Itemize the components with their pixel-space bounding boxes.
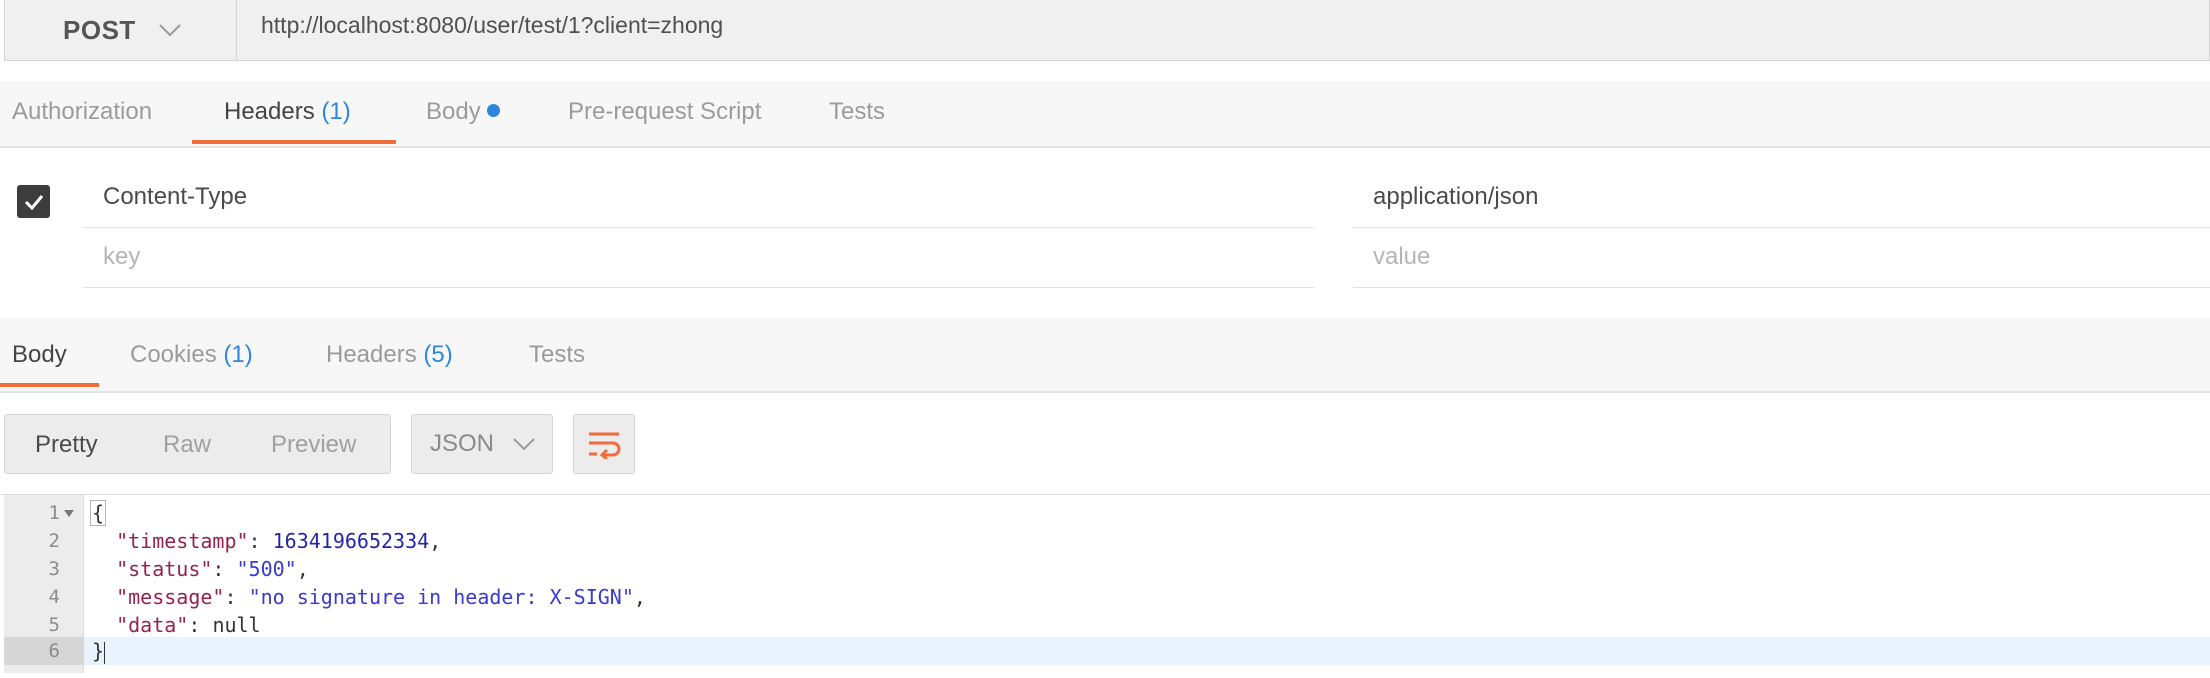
value-divider xyxy=(1353,287,2210,288)
key-divider xyxy=(83,287,1315,288)
active-tab-indicator xyxy=(192,140,396,144)
check-icon xyxy=(24,194,43,210)
active-tab-indicator xyxy=(0,383,99,387)
wrap-lines-button[interactable] xyxy=(573,414,635,474)
code-line: "timestamp": 1634196652334, xyxy=(116,529,442,553)
json-key: "message" xyxy=(116,585,225,609)
line-number: 3 xyxy=(48,558,60,580)
line-number: 6 xyxy=(48,640,60,662)
json-value: 1634196652334 xyxy=(272,529,430,553)
tab-prerequest-script[interactable]: Pre-request Script xyxy=(568,98,761,126)
format-select[interactable]: JSON xyxy=(411,414,553,474)
json-value: null xyxy=(212,613,261,637)
new-value-input[interactable]: value xyxy=(1373,243,1430,271)
code-line: "message": "no signature in header: X-SI… xyxy=(116,585,646,609)
tab-response-headers[interactable]: Headers (5) xyxy=(326,341,453,369)
modified-dot-icon xyxy=(486,104,500,118)
tab-headers-label: Headers xyxy=(224,98,315,125)
preview-button[interactable]: Preview xyxy=(271,431,356,459)
format-label: JSON xyxy=(430,430,495,457)
tab-response-tests[interactable]: Tests xyxy=(529,341,585,369)
code-line: { xyxy=(90,500,107,526)
request-bar: POST http://localhost:8080/user/test/1?c… xyxy=(4,0,2210,61)
tab-cookies-label: Cookies xyxy=(130,341,217,368)
code-line: "data": null xyxy=(116,613,261,637)
raw-button[interactable]: Raw xyxy=(163,431,211,459)
tab-headers[interactable]: Headers (1) xyxy=(224,98,351,126)
json-comma: , xyxy=(633,585,646,609)
new-key-input[interactable]: key xyxy=(103,243,140,271)
chevron-down-icon xyxy=(513,438,535,451)
key-divider xyxy=(83,227,1315,228)
tab-body[interactable]: Body xyxy=(426,98,500,126)
json-comma: , xyxy=(296,557,309,581)
line-number: 1 xyxy=(48,502,60,524)
json-key: "timestamp" xyxy=(116,529,249,553)
pretty-button[interactable]: Pretty xyxy=(35,431,98,459)
view-mode-toggle: Pretty Raw Preview xyxy=(4,414,391,474)
json-comma: , xyxy=(429,529,442,553)
code-line: } xyxy=(92,639,106,664)
text-cursor xyxy=(104,641,106,664)
method-select[interactable]: POST xyxy=(5,0,237,60)
response-body-editor[interactable]: 1 2 3 4 5 6 { "timestamp": 1634196652334… xyxy=(0,494,2210,678)
value-divider xyxy=(1353,227,2210,228)
open-brace: { xyxy=(90,500,107,526)
response-tabs: Body Cookies (1) Headers (5) Tests xyxy=(0,318,2210,393)
json-key: "data" xyxy=(116,613,189,637)
tab-response-headers-label: Headers xyxy=(326,341,417,368)
tab-response-body[interactable]: Body xyxy=(12,341,67,369)
json-value: "no signature in header: X-SIGN" xyxy=(248,585,634,609)
line-number: 5 xyxy=(48,614,60,636)
line-number: 4 xyxy=(48,586,60,608)
json-key: "status" xyxy=(116,557,213,581)
request-tabs: Authorization Headers (1) Body Pre-reque… xyxy=(0,81,2210,148)
chevron-down-icon xyxy=(159,24,181,37)
tab-response-headers-count: (5) xyxy=(423,341,453,368)
tab-headers-count: (1) xyxy=(321,98,351,125)
code-line: "status": "500", xyxy=(116,557,309,581)
json-value: "500" xyxy=(236,557,297,581)
active-line-highlight xyxy=(84,637,2210,665)
url-input[interactable]: http://localhost:8080/user/test/1?client… xyxy=(261,12,723,39)
tab-tests[interactable]: Tests xyxy=(829,98,885,126)
method-label: POST xyxy=(63,14,136,45)
header-enabled-checkbox[interactable] xyxy=(17,185,50,218)
tab-authorization[interactable]: Authorization xyxy=(12,98,152,126)
header-key[interactable]: Content-Type xyxy=(103,183,247,211)
fold-arrow-icon[interactable] xyxy=(64,510,74,517)
wrap-icon xyxy=(589,432,621,459)
close-brace: } xyxy=(92,639,105,663)
line-number: 2 xyxy=(48,530,60,552)
tab-cookies[interactable]: Cookies (1) xyxy=(130,341,253,369)
tab-body-label: Body xyxy=(426,98,481,125)
tab-cookies-count: (1) xyxy=(223,341,253,368)
header-value[interactable]: application/json xyxy=(1373,183,1538,211)
